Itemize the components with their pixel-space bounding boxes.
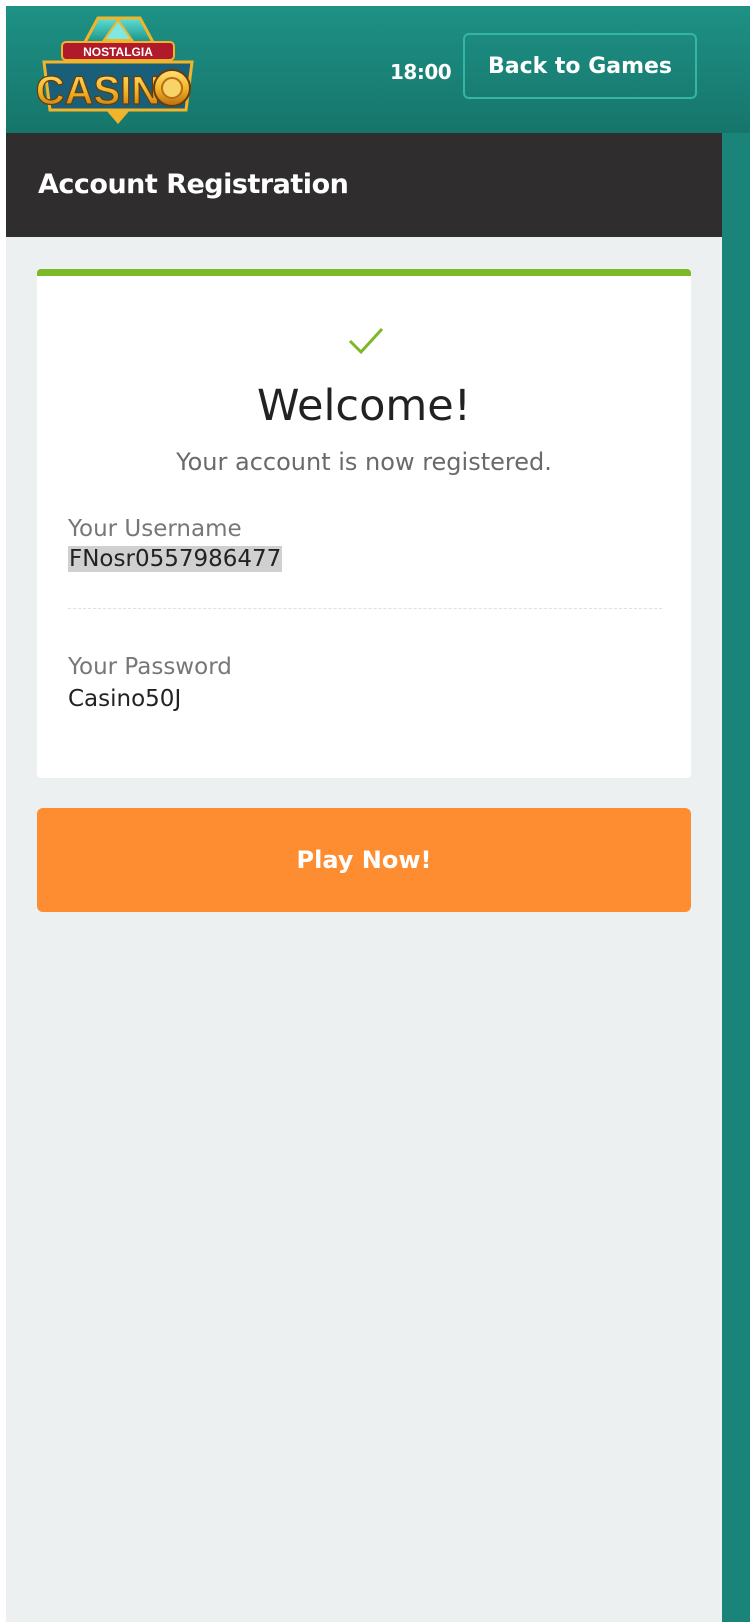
main-content: Welcome! Your account is now registered.… — [6, 237, 722, 1622]
registration-success-card: Welcome! Your account is now registered.… — [37, 269, 691, 778]
casino-logo[interactable]: NOSTALGIA CASIN — [36, 14, 201, 126]
play-now-button[interactable]: Play Now! — [37, 808, 691, 912]
registration-subtitle: Your account is now registered. — [176, 448, 552, 476]
page-title-bar: Account Registration — [6, 133, 722, 237]
welcome-heading: Welcome! — [257, 381, 471, 431]
back-to-games-button[interactable]: Back to Games — [463, 33, 697, 99]
top-header: NOSTALGIA CASIN 18:00 Back to Games — [6, 6, 750, 133]
page-title: Account Registration — [38, 169, 349, 200]
username-value[interactable]: FNosr0557986477 — [68, 546, 283, 572]
svg-text:NOSTALGIA: NOSTALGIA — [83, 45, 153, 59]
checkmark-icon — [348, 327, 384, 355]
svg-text:CASIN: CASIN — [36, 69, 160, 113]
app-frame: NOSTALGIA CASIN 18:00 Back to Games Acco… — [6, 6, 750, 1622]
username-label: Your Username — [68, 516, 242, 542]
password-label: Your Password — [68, 654, 232, 680]
field-divider — [68, 608, 662, 609]
clock-time: 18:00 — [390, 60, 452, 84]
password-value[interactable]: Casino50J — [68, 686, 181, 712]
